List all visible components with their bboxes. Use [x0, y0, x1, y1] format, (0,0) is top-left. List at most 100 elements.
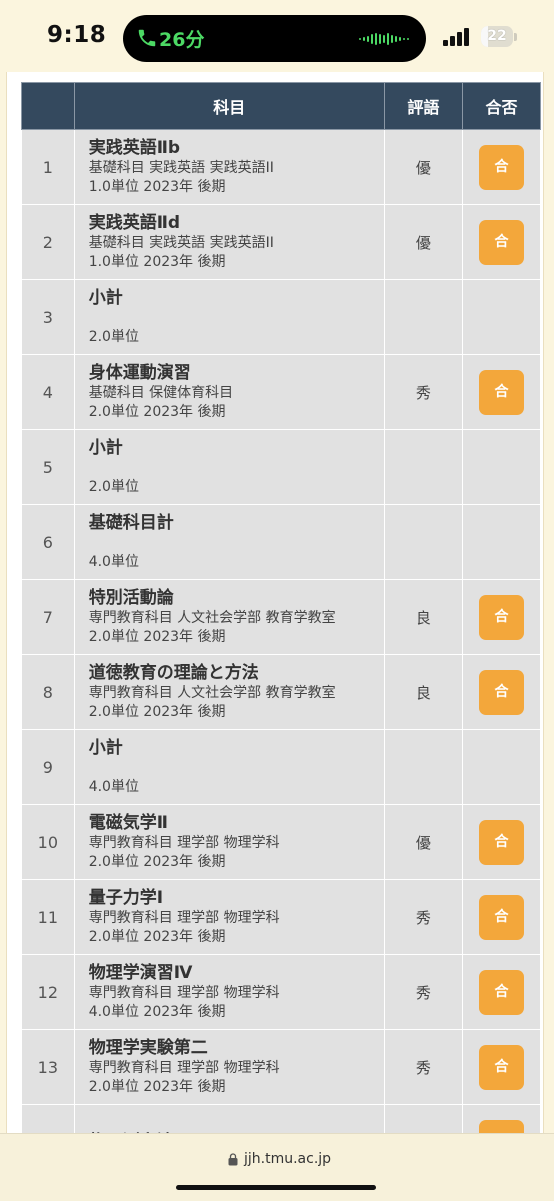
browser-address-bar[interactable]: jjh.tmu.ac.jp [0, 1133, 554, 1201]
header-subject: 科目 [73, 82, 385, 130]
clock: 9:18 [47, 22, 107, 48]
pass-cell [461, 504, 542, 580]
pass-cell: 合 [461, 579, 542, 655]
subject-category: 基礎科目 実践英語 実践英語II [88, 234, 274, 251]
url-text[interactable]: jjh.tmu.ac.jp [244, 1151, 331, 1167]
subject-name: 基礎科目計 [88, 512, 174, 533]
evaluation-grade: 優 [383, 804, 463, 880]
table-row: 1 実践英語Ⅱb 基礎科目 実践英語 実践英語II 1.0単位 2023年 後期 優合 [21, 129, 542, 205]
table-row: 11 量子力学Ⅰ 専門教育科目 理学部 物理学科 2.0単位 2023年 後期 秀合 [21, 879, 542, 955]
pass-cell: 合 [461, 1029, 542, 1105]
subject-units: 4.0単位 2023年 後期 [88, 1003, 226, 1020]
subject-name: 量子力学Ⅰ [88, 887, 164, 908]
pass-badge-button[interactable]: 合 [478, 669, 524, 715]
grades-table: 科目 評語 合否 1 実践英語Ⅱb 基礎科目 実践英語 実践英語II 1.0単位 20… [21, 82, 542, 1142]
subject-units: 2.0単位 2023年 後期 [88, 703, 226, 720]
header-evaluation: 評語 [383, 82, 463, 130]
row-number: 3 [21, 279, 75, 355]
pass-badge-button[interactable]: 合 [478, 969, 524, 1015]
subject-name: 小計 [88, 287, 123, 308]
pass-cell: 合 [461, 879, 542, 955]
subject-category: 専門教育科目 理学部 物理学科 [88, 1059, 280, 1076]
header-pass: 合否 [461, 82, 542, 130]
subject-units: 2.0単位 2023年 後期 [88, 628, 226, 645]
evaluation-grade: 良 [383, 579, 463, 655]
evaluation-grade: 秀 [383, 954, 463, 1030]
subject-cell: 道徳教育の理論と方法 専門教育科目 人文社会学部 教育学教室 2.0単位 2023年… [73, 654, 385, 730]
subject-cell: 実践英語Ⅱd 基礎科目 実践英語 実践英語II 1.0単位 2023年 後期 [73, 204, 385, 280]
subject-category: 専門教育科目 理学部 物理学科 [88, 909, 280, 926]
subject-cell: 物理学実験第二 専門教育科目 理学部 物理学科 2.0単位 2023年 後期 [73, 1029, 385, 1105]
subject-units: 2.0単位 2023年 後期 [88, 928, 226, 945]
evaluation-grade [383, 729, 463, 805]
table-row: 8 道徳教育の理論と方法 専門教育科目 人文社会学部 教育学教室 2.0単位 2023… [21, 654, 542, 730]
evaluation-grade: 良 [383, 654, 463, 730]
pass-cell: 合 [461, 804, 542, 880]
subject-cell: 特別活動論 専門教育科目 人文社会学部 教育学教室 2.0単位 2023年 後期 [73, 579, 385, 655]
table-row: 12 物理学演習Ⅳ 専門教育科目 理学部 物理学科 4.0単位 2023年 後期 秀合 [21, 954, 542, 1030]
subject-units: 2.0単位 2023年 後期 [88, 853, 226, 870]
table-row: 2 実践英語Ⅱd 基礎科目 実践英語 実践英語II 1.0単位 2023年 後期 優合 [21, 204, 542, 280]
subject-name: 電磁気学Ⅱ [88, 812, 168, 833]
table-row: 13 物理学実験第二 専門教育科目 理学部 物理学科 2.0単位 2023年 後期 秀合 [21, 1029, 542, 1105]
header-number [21, 82, 75, 130]
row-number: 6 [21, 504, 75, 580]
subject-name: 物理学演習Ⅳ [88, 962, 193, 983]
subject-name: 実践英語Ⅱb [88, 137, 181, 158]
subject-units: 4.0単位 [88, 778, 139, 795]
pass-badge-button[interactable]: 合 [478, 819, 524, 865]
subject-cell: 小計 4.0単位 [73, 729, 385, 805]
lock-icon [228, 1153, 238, 1166]
battery-indicator: 22 [481, 26, 513, 47]
pass-badge-button[interactable]: 合 [478, 144, 524, 190]
pass-cell [461, 279, 542, 355]
subject-cell: 小計 2.0単位 [73, 429, 385, 505]
call-duration: 26分 [159, 29, 205, 51]
subject-name: 道徳教育の理論と方法 [88, 662, 259, 683]
phone-icon [138, 29, 156, 47]
row-number: 13 [21, 1029, 75, 1105]
evaluation-grade [383, 504, 463, 580]
status-bar: 9:18 26分 22 [0, 0, 554, 80]
evaluation-grade: 優 [383, 204, 463, 280]
pass-badge-button[interactable]: 合 [478, 369, 524, 415]
row-number: 11 [21, 879, 75, 955]
subject-units: 4.0単位 [88, 553, 139, 570]
row-number: 4 [21, 354, 75, 430]
subject-cell: 身体運動演習 基礎科目 保健体育科目 2.0単位 2023年 後期 [73, 354, 385, 430]
dynamic-island[interactable]: 26分 [123, 15, 426, 62]
row-number: 1 [21, 129, 75, 205]
home-indicator[interactable] [176, 1185, 376, 1190]
pass-cell: 合 [461, 354, 542, 430]
pass-cell: 合 [461, 204, 542, 280]
subject-units: 2.0単位 [88, 328, 139, 345]
subject-category: 専門教育科目 人文社会学部 教育学教室 [88, 684, 336, 701]
subject-name: 物理学実験第二 [88, 1037, 208, 1058]
row-number: 7 [21, 579, 75, 655]
subject-cell: 基礎科目計 4.0単位 [73, 504, 385, 580]
subject-category: 専門教育科目 理学部 物理学科 [88, 834, 280, 851]
subject-units: 1.0単位 2023年 後期 [88, 178, 226, 195]
pass-cell [461, 429, 542, 505]
evaluation-grade [383, 279, 463, 355]
content-frame: 科目 評語 合否 1 実践英語Ⅱb 基礎科目 実践英語 実践英語II 1.0単位 20… [6, 72, 544, 1142]
audio-waveform-icon [359, 33, 409, 45]
evaluation-grade: 秀 [383, 354, 463, 430]
table-row: 10 電磁気学Ⅱ 専門教育科目 理学部 物理学科 2.0単位 2023年 後期 優合 [21, 804, 542, 880]
subject-category: 専門教育科目 人文社会学部 教育学教室 [88, 609, 336, 626]
pass-badge-button[interactable]: 合 [478, 594, 524, 640]
row-number: 10 [21, 804, 75, 880]
pass-badge-button[interactable]: 合 [478, 1044, 524, 1090]
pass-badge-button[interactable]: 合 [478, 219, 524, 265]
evaluation-grade: 秀 [383, 1029, 463, 1105]
subject-units: 1.0単位 2023年 後期 [88, 253, 226, 270]
pass-badge-button[interactable]: 合 [478, 894, 524, 940]
pass-cell: 合 [461, 654, 542, 730]
pass-cell [461, 729, 542, 805]
cellular-signal-icon [443, 28, 469, 46]
subject-name: 小計 [88, 737, 123, 758]
